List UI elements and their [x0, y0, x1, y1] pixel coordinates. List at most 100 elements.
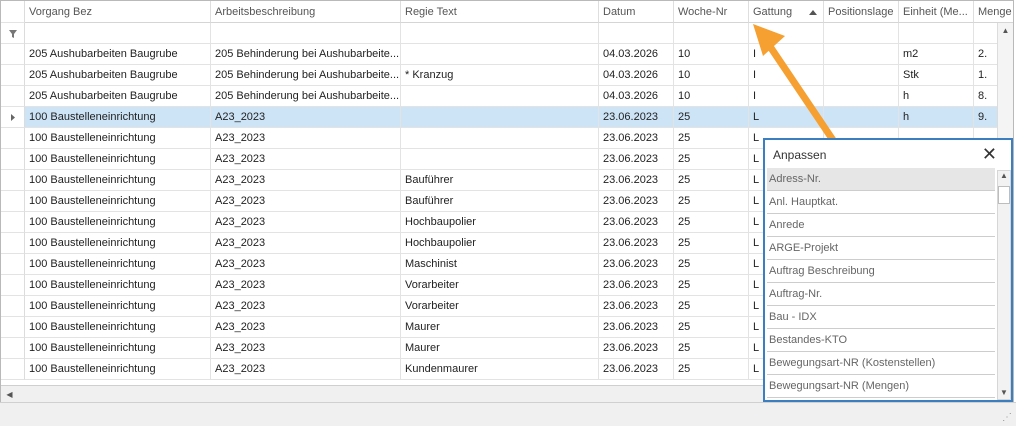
table-cell[interactable]: A23_2023	[211, 254, 401, 275]
table-cell[interactable]: 04.03.2026	[599, 44, 674, 65]
col-header-positionslage[interactable]: Positionslage	[824, 1, 899, 23]
table-cell[interactable]: A23_2023	[211, 296, 401, 317]
table-row[interactable]: 205 Aushubarbeiten Baugrube 205 Behinderu…	[1, 65, 1013, 86]
table-cell[interactable]: 100 Baustelleneinrichtung	[25, 170, 211, 191]
panel-vertical-scrollbar[interactable]: ▲ ▼	[997, 170, 1011, 400]
panel-scroll-up-icon[interactable]: ▲	[998, 171, 1010, 180]
table-cell[interactable]	[401, 44, 599, 65]
row-indicator[interactable]	[1, 254, 25, 275]
panel-scroll-down-icon[interactable]: ▼	[998, 388, 1010, 397]
row-indicator[interactable]	[1, 212, 25, 233]
table-cell[interactable]: Vorarbeiter	[401, 275, 599, 296]
table-cell[interactable]: 25	[674, 212, 749, 233]
table-cell[interactable]: 25	[674, 338, 749, 359]
filter-cell[interactable]	[899, 23, 974, 44]
table-cell[interactable]: A23_2023	[211, 317, 401, 338]
row-indicator[interactable]	[1, 338, 25, 359]
table-cell[interactable]: 205 Behinderung bei Aushubarbeite...	[211, 44, 401, 65]
table-cell[interactable]: 25	[674, 233, 749, 254]
table-cell[interactable]: 100 Baustelleneinrichtung	[25, 338, 211, 359]
table-cell[interactable]: h	[899, 86, 974, 107]
table-cell[interactable]: 100 Baustelleneinrichtung	[25, 275, 211, 296]
table-cell[interactable]: 10	[674, 86, 749, 107]
column-chooser-item[interactable]: Bestandes-KTO	[767, 329, 995, 352]
table-cell[interactable]: 100 Baustelleneinrichtung	[25, 212, 211, 233]
table-cell[interactable]: 100 Baustelleneinrichtung	[25, 254, 211, 275]
table-cell[interactable]	[401, 86, 599, 107]
table-cell[interactable]: h	[899, 107, 974, 128]
col-header-datum[interactable]: Datum	[599, 1, 674, 23]
table-cell[interactable]: 25	[674, 170, 749, 191]
table-cell[interactable]: * Kranzug	[401, 65, 599, 86]
table-cell[interactable]: Hochbaupolier	[401, 233, 599, 254]
table-cell[interactable]: Maurer	[401, 338, 599, 359]
column-chooser-item[interactable]: Anrede	[767, 214, 995, 237]
column-chooser-item[interactable]: Adress-Nr.	[767, 168, 995, 191]
table-cell[interactable]: 25	[674, 275, 749, 296]
column-chooser-item[interactable]: Bau - IDX	[767, 306, 995, 329]
row-indicator[interactable]	[1, 128, 25, 149]
table-cell[interactable]: Maurer	[401, 317, 599, 338]
table-cell[interactable]: A23_2023	[211, 170, 401, 191]
column-chooser-item[interactable]: Auftrag Beschreibung	[767, 260, 995, 283]
table-cell[interactable]: 100 Baustelleneinrichtung	[25, 233, 211, 254]
table-cell[interactable]: 04.03.2026	[599, 86, 674, 107]
row-indicator[interactable]	[1, 170, 25, 191]
filter-cell[interactable]	[599, 23, 674, 44]
table-cell[interactable]: 2.	[974, 44, 998, 65]
table-cell[interactable]: 23.06.2023	[599, 191, 674, 212]
filter-cell[interactable]	[974, 23, 998, 44]
table-cell[interactable]: 23.06.2023	[599, 338, 674, 359]
table-cell[interactable]: 205 Aushubarbeiten Baugrube	[25, 86, 211, 107]
col-header-vorgang-bez[interactable]: Vorgang Bez	[25, 1, 211, 23]
filter-cell[interactable]	[25, 23, 211, 44]
table-cell[interactable]: A23_2023	[211, 275, 401, 296]
col-header-menge[interactable]: Menge	[974, 1, 1013, 23]
row-indicator[interactable]	[1, 296, 25, 317]
table-cell[interactable]: 23.06.2023	[599, 359, 674, 380]
row-indicator[interactable]	[1, 65, 25, 86]
column-chooser-item[interactable]: Bewegungsart-NR (Mengen)	[767, 375, 995, 398]
table-cell[interactable]: 23.06.2023	[599, 149, 674, 170]
table-cell[interactable]	[401, 149, 599, 170]
table-cell[interactable]: 23.06.2023	[599, 254, 674, 275]
row-indicator[interactable]	[1, 359, 25, 380]
table-cell[interactable]: 25	[674, 317, 749, 338]
row-indicator[interactable]	[1, 317, 25, 338]
filter-cell[interactable]	[401, 23, 599, 44]
table-cell[interactable]: 25	[674, 149, 749, 170]
table-cell[interactable]: 205 Aushubarbeiten Baugrube	[25, 65, 211, 86]
table-cell[interactable]	[401, 128, 599, 149]
row-indicator[interactable]	[1, 275, 25, 296]
resize-grip-icon[interactable]: ⋰	[1002, 412, 1012, 423]
col-header-regie-text[interactable]: Regie Text	[401, 1, 599, 23]
filter-cell[interactable]	[211, 23, 401, 44]
close-icon[interactable]: ✕	[982, 144, 997, 165]
table-cell[interactable]: A23_2023	[211, 359, 401, 380]
table-cell[interactable]: 25	[674, 128, 749, 149]
table-cell[interactable]: A23_2023	[211, 212, 401, 233]
table-cell[interactable]: 205 Behinderung bei Aushubarbeite...	[211, 65, 401, 86]
table-cell[interactable]: 205 Behinderung bei Aushubarbeite...	[211, 86, 401, 107]
table-cell[interactable]: Bauführer	[401, 170, 599, 191]
table-cell[interactable]: 23.06.2023	[599, 128, 674, 149]
table-cell[interactable]: A23_2023	[211, 107, 401, 128]
table-cell[interactable]: 23.06.2023	[599, 275, 674, 296]
column-chooser-item[interactable]: Bewegungsart-NR (Kostenstellen)	[767, 352, 995, 375]
table-cell[interactable]: Hochbaupolier	[401, 212, 599, 233]
table-cell[interactable]: 1.	[974, 65, 998, 86]
table-cell[interactable]: Stk	[899, 65, 974, 86]
filter-cell[interactable]	[674, 23, 749, 44]
table-cell[interactable]: 04.03.2026	[599, 65, 674, 86]
row-indicator[interactable]	[1, 107, 25, 128]
col-header-einheit[interactable]: Einheit (Me...	[899, 1, 974, 23]
table-cell[interactable]: 100 Baustelleneinrichtung	[25, 107, 211, 128]
table-cell[interactable]: Bauführer	[401, 191, 599, 212]
col-header-arbeitsbeschreibung[interactable]: Arbeitsbeschreibung	[211, 1, 401, 23]
table-cell[interactable]: Vorarbeiter	[401, 296, 599, 317]
table-cell[interactable]	[401, 107, 599, 128]
table-cell[interactable]: 23.06.2023	[599, 212, 674, 233]
table-cell[interactable]: 100 Baustelleneinrichtung	[25, 128, 211, 149]
panel-scroll-thumb[interactable]	[998, 186, 1010, 204]
table-cell[interactable]: A23_2023	[211, 128, 401, 149]
